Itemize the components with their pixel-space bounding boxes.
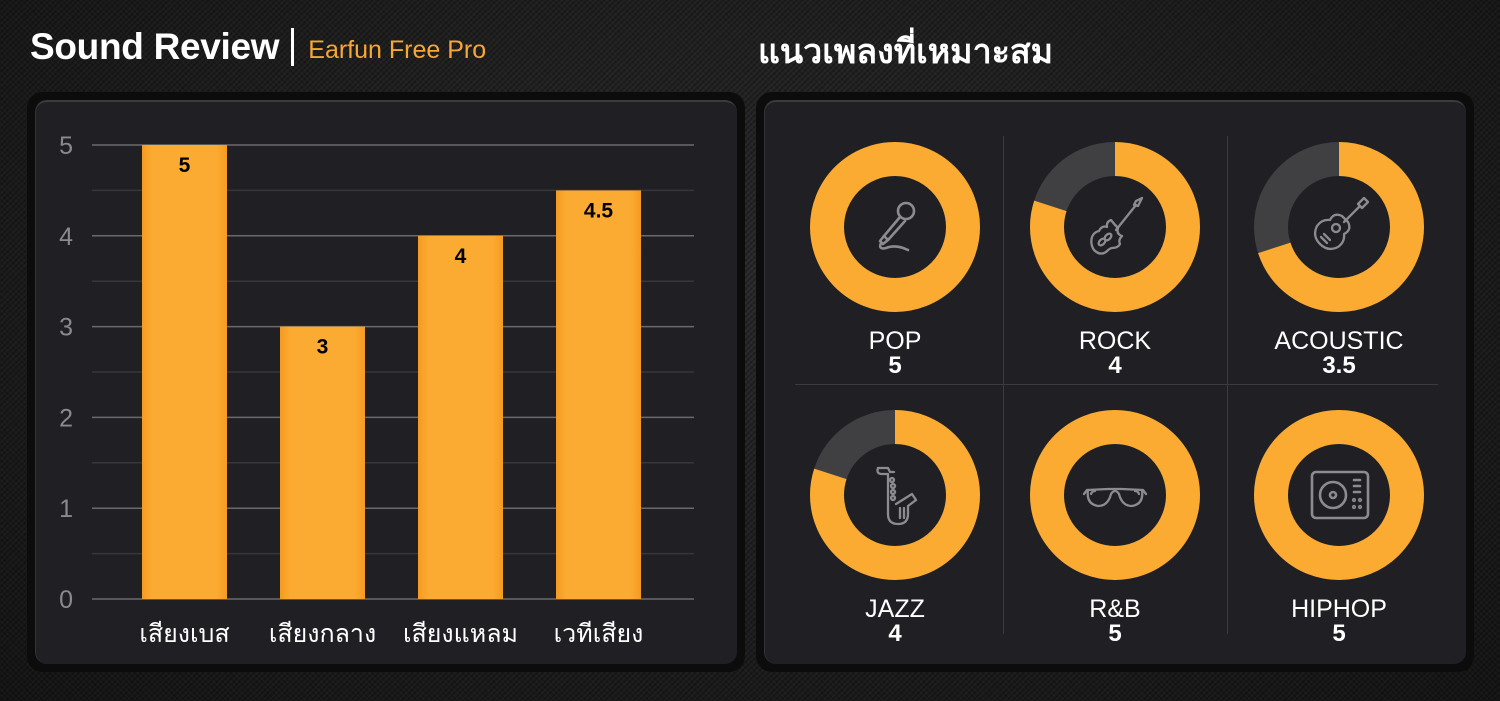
genre-name: ROCK: [1078, 327, 1152, 355]
genre-score: 4: [888, 620, 902, 647]
genre-donut: [1030, 142, 1200, 312]
genre-panel-inner: POP5 ROCK4 ACOUSTIC3.5 JAZZ4 R&B5 H: [764, 100, 1466, 664]
saxophone-icon: [860, 460, 930, 530]
x-tick-label: เวทีเสียง: [554, 619, 644, 648]
genre-name: HIPHOP: [1291, 595, 1387, 623]
sound-score-bar-chart: 0 1 2 3 4 5 5 3 4 4.5 เสียงเบส เสียงกลาง เสียงแหลม…: [59, 132, 694, 648]
genre-item: ACOUSTIC 3.5: [1239, 142, 1439, 392]
genre-item: JAZZ 4: [795, 410, 995, 660]
genre-score: 5: [1332, 620, 1346, 647]
y-tick-label: 5: [59, 132, 73, 160]
bar[interactable]: [142, 145, 227, 599]
microphone-icon: [860, 192, 930, 262]
bar-data-label: 4: [455, 245, 467, 268]
genre-panel: POP5 ROCK4 ACOUSTIC3.5 JAZZ4 R&B5 H: [756, 92, 1474, 672]
y-tick-label: 1: [59, 495, 73, 523]
bar[interactable]: [556, 190, 641, 599]
bar[interactable]: [418, 235, 503, 600]
genre-donut: [1254, 142, 1424, 312]
x-tick-label: เสียงแหลม: [403, 619, 518, 648]
grid-divider-vertical: [1003, 136, 1004, 634]
genre-score: 5: [888, 352, 902, 379]
genre-score: 3.5: [1322, 352, 1356, 379]
genre-donut: [810, 142, 980, 312]
genre-grid: POP5 ROCK4 ACOUSTIC3.5 JAZZ4 R&B5 H: [765, 102, 1466, 664]
turntable-icon: [1304, 460, 1374, 530]
genre-donut: [810, 410, 980, 580]
y-tick-label: 2: [59, 404, 73, 432]
grid-divider-vertical: [1227, 136, 1228, 634]
genre-donut: [1030, 410, 1200, 580]
x-tick-label: เสียงกลาง: [269, 619, 376, 648]
genre-name: JAZZ: [865, 595, 925, 623]
genre-item: ROCK 4: [1015, 142, 1215, 392]
genre-item: POP 5: [795, 142, 995, 392]
bar-data-label: 3: [317, 336, 329, 359]
acoustic-guitar-icon: [1304, 192, 1374, 262]
y-tick-label: 0: [59, 586, 73, 614]
genre-name: POP: [868, 327, 922, 355]
genre-score: 5: [1108, 620, 1122, 647]
sunglasses-icon: [1080, 460, 1150, 530]
genre-item: HIPHOP 5: [1239, 410, 1439, 660]
y-tick-label: 4: [59, 223, 73, 251]
genre-score: 4: [1108, 352, 1122, 379]
y-tick-label: 3: [59, 314, 73, 342]
sound-score-panel: 0 1 2 3 4 5 5 3 4 4.5 เสียงเบส เสียงกลาง เสียงแหลม…: [27, 92, 745, 672]
genre-donut: [1254, 410, 1424, 580]
sound-score-panel-inner: 0 1 2 3 4 5 5 3 4 4.5 เสียงเบส เสียงกลาง เสียงแหลม…: [35, 100, 737, 664]
x-tick-label: เสียงเบส: [139, 619, 229, 648]
genre-name: R&B: [1089, 595, 1141, 623]
genre-heading: แนวเพลงที่เหมาะสม: [758, 32, 1054, 72]
genre-item: R&B 5: [1015, 410, 1215, 660]
genre-name: ACOUSTIC: [1274, 327, 1404, 355]
bar-data-label: 5: [179, 154, 191, 177]
bar[interactable]: [280, 326, 365, 599]
product-name: Earfun Free Pro: [308, 35, 487, 64]
bar-data-label: 4.5: [584, 199, 614, 222]
page-title: Sound Review: [30, 26, 280, 67]
header-title-group: Sound Review Earfun Free Pro: [30, 24, 486, 70]
electric-guitar-icon: [1080, 192, 1150, 262]
title-separator: [291, 28, 295, 66]
